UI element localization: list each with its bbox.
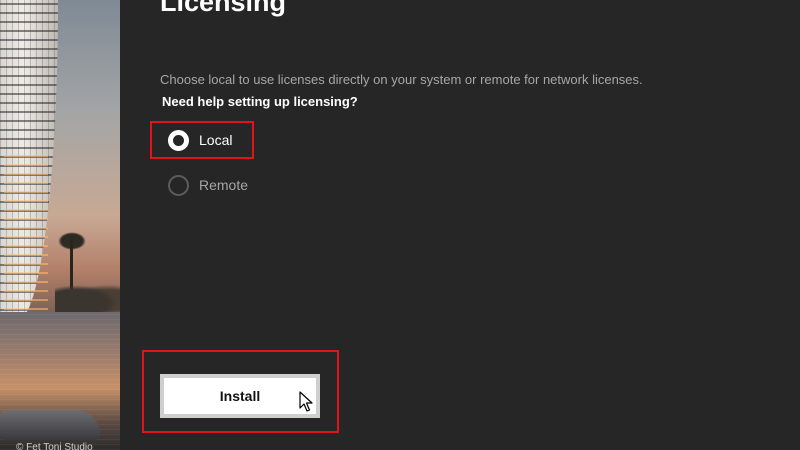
install-button[interactable]: Install <box>160 374 320 418</box>
radio-label-local: Local <box>199 132 233 148</box>
arrow-pointer-icon <box>299 391 313 412</box>
radio-option-remote[interactable]: Remote <box>168 173 248 197</box>
boat-graphic <box>0 410 100 440</box>
photo-credit: © Fet Toni Studio <box>16 442 93 450</box>
licensing-help-link[interactable]: Need help setting up licensing? <box>162 94 358 109</box>
licensing-panel: Licensing Choose local to use licenses d… <box>120 0 800 450</box>
radio-unchecked-icon[interactable] <box>168 174 189 196</box>
trees-graphic <box>55 282 120 312</box>
tower-lights-graphic <box>4 150 48 310</box>
radio-option-local[interactable]: Local <box>168 128 232 152</box>
radio-label-remote: Remote <box>199 177 249 193</box>
page-title: Licensing <box>160 0 287 17</box>
background-photo-panel: © Fet Toni Studio <box>0 0 120 450</box>
licensing-description: Choose local to use licenses directly on… <box>160 72 643 87</box>
radio-checked-icon[interactable] <box>168 129 189 151</box>
